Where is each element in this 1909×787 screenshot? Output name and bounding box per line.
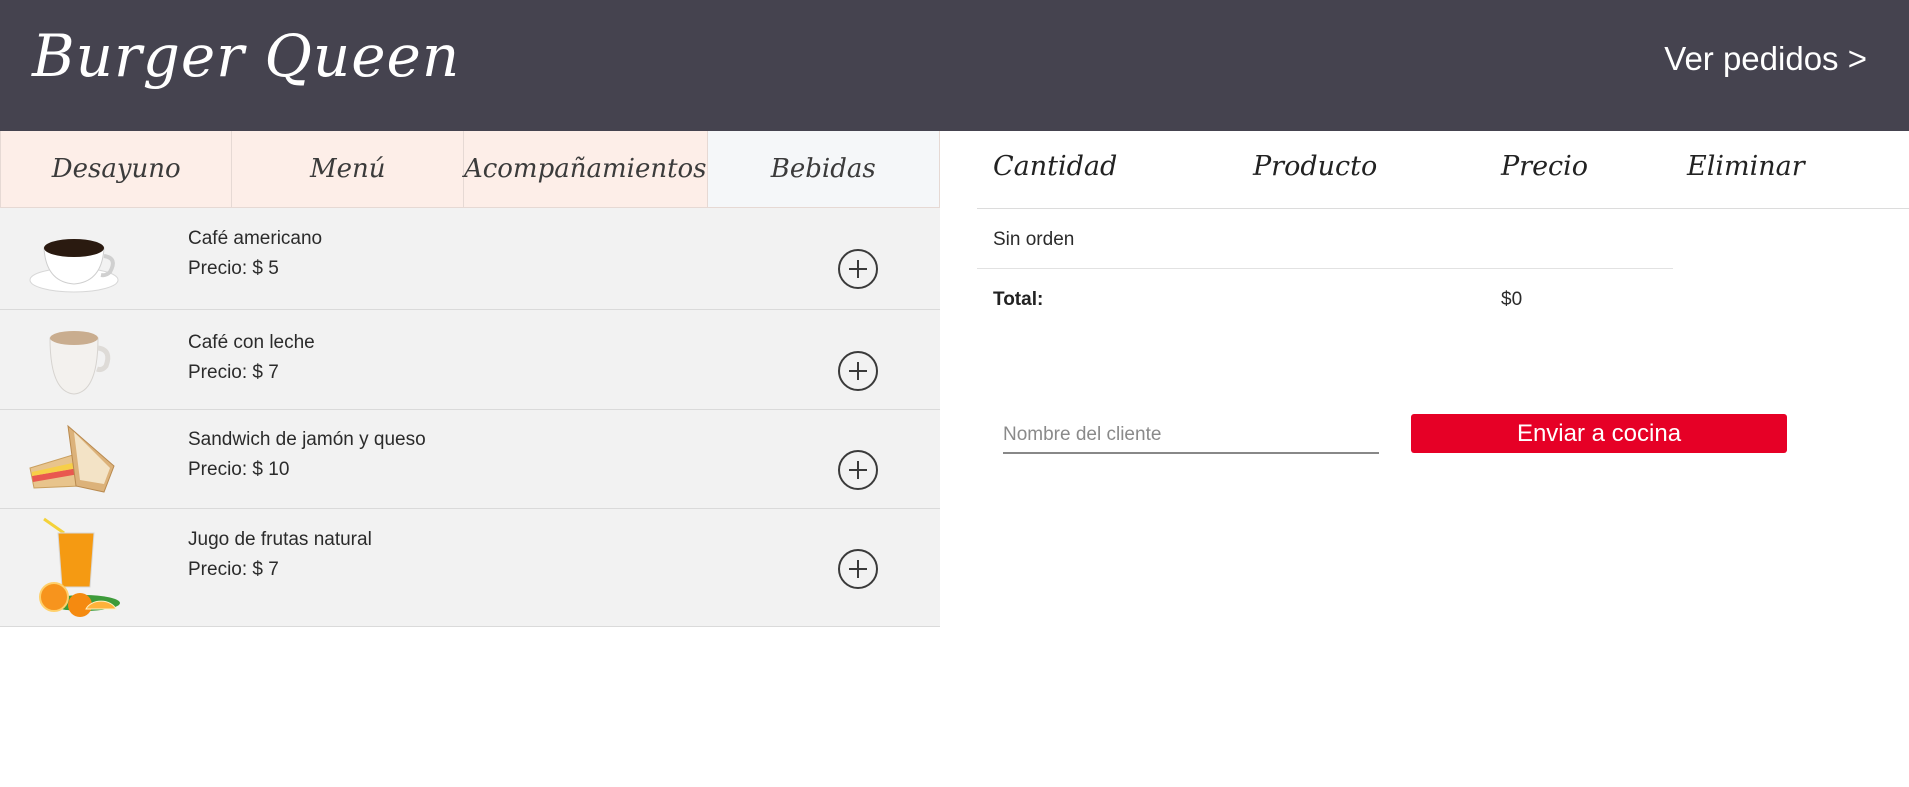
tab-bebidas[interactable]: Bebidas [707, 131, 939, 207]
column-producto: Producto [1253, 151, 1378, 182]
product-price: Precio: $ 7 [188, 362, 279, 383]
list-item: Café con leche Precio: $ 7 [0, 310, 940, 410]
product-price: Precio: $ 7 [188, 559, 279, 580]
view-orders-link[interactable]: Ver pedidos > [1664, 40, 1867, 78]
client-name-input[interactable] [1003, 418, 1379, 454]
column-eliminar: Eliminar [1687, 151, 1805, 182]
add-item-button[interactable] [838, 351, 878, 391]
black-coffee-cup-icon [29, 239, 119, 293]
brand-logo: Burger Queen [32, 22, 461, 90]
list-item: Café americano Precio: $ 5 [0, 208, 940, 310]
product-list: Café americano Precio: $ 5 Café con lech… [0, 208, 940, 627]
add-item-button[interactable] [838, 249, 878, 289]
sandwich-icon [29, 424, 115, 493]
column-cantidad: Cantidad [993, 151, 1118, 182]
latte-cup-icon [49, 331, 111, 395]
product-name: Café americano [188, 228, 323, 249]
total-value: $0 [1501, 289, 1523, 310]
product-name: Jugo de frutas natural [188, 529, 372, 550]
tab-desayuno[interactable]: Desayuno [1, 131, 233, 207]
column-precio: Precio [1501, 151, 1589, 182]
list-item: Jugo de frutas natural Precio: $ 7 [0, 509, 940, 627]
add-item-button[interactable] [838, 450, 878, 490]
product-name: Café con leche [188, 332, 315, 353]
product-price: Precio: $ 10 [188, 459, 290, 480]
total-label: Total: [993, 289, 1044, 310]
tab-menu[interactable]: Menú [232, 131, 464, 207]
app-header: Burger Queen Ver pedidos > [0, 0, 1909, 131]
empty-order-text: Sin orden [993, 229, 1075, 250]
category-tabs: Desayuno Menú Acompañamientos Bebidas [0, 131, 940, 208]
tab-acompanamientos[interactable]: Acompañamientos [463, 131, 708, 207]
list-item: Sandwich de jamón y queso Precio: $ 10 [0, 410, 940, 509]
order-empty-row: Sin orden [977, 209, 1673, 269]
product-name: Sandwich de jamón y queso [188, 429, 426, 450]
add-item-button[interactable] [838, 549, 878, 589]
order-table-header: Cantidad Producto Precio Eliminar [977, 131, 1909, 209]
product-price: Precio: $ 5 [188, 258, 279, 279]
send-to-kitchen-button[interactable]: Enviar a cocina [1411, 414, 1787, 453]
orange-juice-icon [39, 517, 120, 617]
